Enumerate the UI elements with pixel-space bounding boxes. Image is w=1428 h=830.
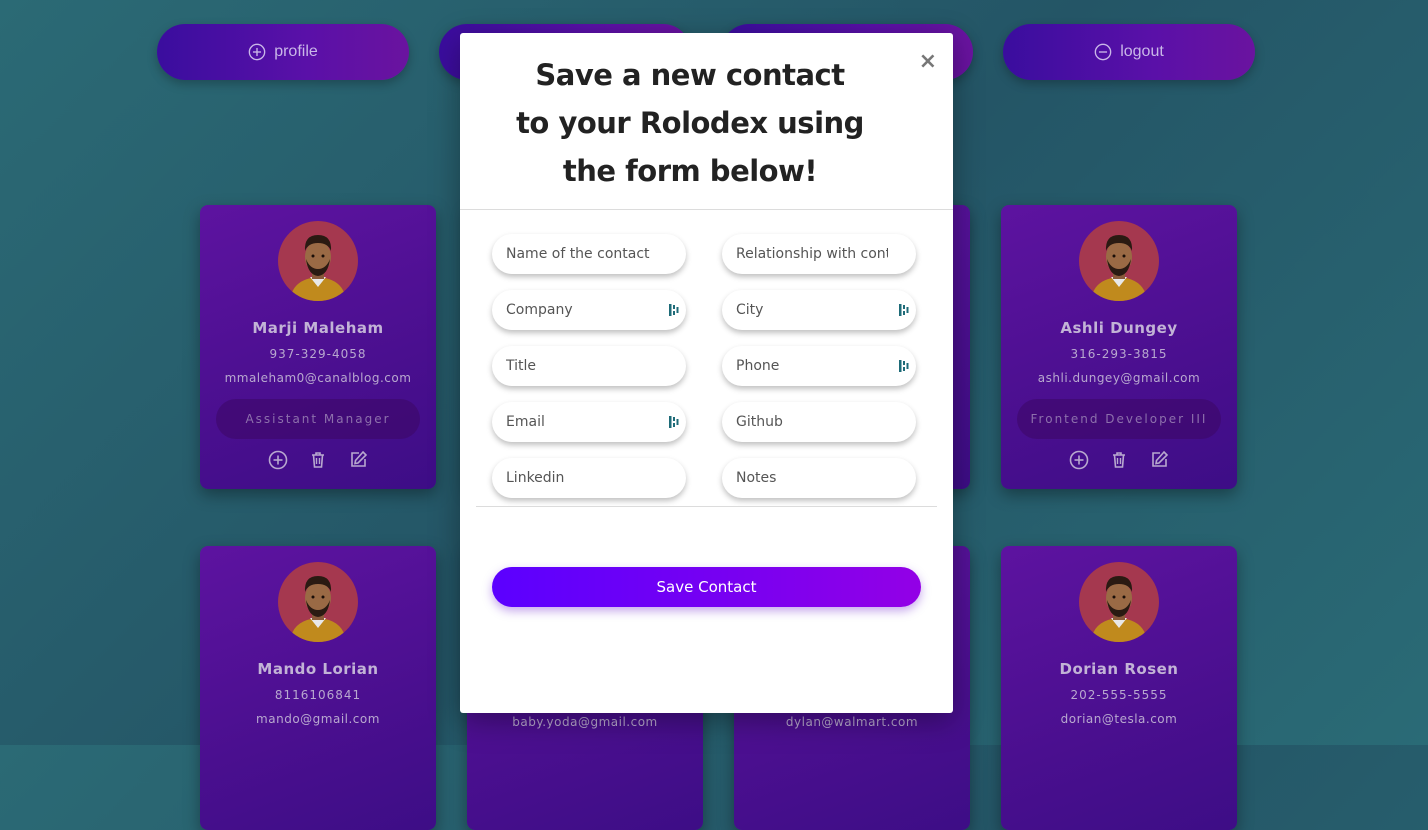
trash-icon[interactable] <box>1108 449 1130 471</box>
add-circle-icon[interactable] <box>1068 449 1090 471</box>
logout-nav-label: logout <box>1120 43 1164 60</box>
contact-email: baby.yoda@gmail.com <box>512 715 658 729</box>
logout-nav-button[interactable]: logout <box>1003 24 1255 80</box>
avatar <box>278 562 358 642</box>
minus-circle-icon <box>1094 43 1112 61</box>
save-contact-button[interactable]: Save Contact <box>492 567 921 607</box>
password-manager-icon[interactable] <box>898 303 910 317</box>
form-divider <box>476 506 937 507</box>
company-input[interactable] <box>492 290 686 330</box>
avatar <box>1079 562 1159 642</box>
contact-email: mmaleham0@canalblog.com <box>224 371 412 385</box>
plus-circle-icon <box>248 43 266 61</box>
notes-input[interactable] <box>722 458 916 498</box>
contact-email: dylan@walmart.com <box>785 715 919 729</box>
contact-card: Marji Maleham 937-329-4058 mmaleham0@can… <box>200 205 436 489</box>
notes-field-wrapper <box>722 458 916 498</box>
person-avatar-icon <box>1091 235 1147 301</box>
email-input[interactable] <box>492 402 686 442</box>
city-input[interactable] <box>722 290 916 330</box>
trash-icon[interactable] <box>307 449 329 471</box>
name-field-wrapper <box>492 234 686 274</box>
person-avatar-icon <box>290 576 346 642</box>
relationship-input[interactable] <box>722 234 916 274</box>
avatar <box>278 221 358 301</box>
profile-nav-button[interactable]: profile <box>157 24 409 80</box>
new-contact-modal: Save a new contact to your Rolodex using… <box>460 33 953 713</box>
email-field-wrapper <box>492 402 686 442</box>
contact-phone: 937-329-4058 <box>269 347 367 361</box>
contact-phone: 8116106841 <box>274 688 362 702</box>
linkedin-field-wrapper <box>492 458 686 498</box>
company-field-wrapper <box>492 290 686 330</box>
title-input[interactable] <box>492 346 686 386</box>
contact-card: Ashli Dungey 316-293-3815 ashli.dungey@g… <box>1001 205 1237 489</box>
contact-name-input[interactable] <box>492 234 686 274</box>
title-field-wrapper <box>492 346 686 386</box>
close-button[interactable]: × <box>919 51 937 73</box>
modal-title: Save a new contact to your Rolodex using… <box>516 58 864 188</box>
profile-nav-label: profile <box>274 43 318 60</box>
contact-form <box>492 234 918 498</box>
avatar <box>1079 221 1159 301</box>
person-avatar-icon <box>290 235 346 301</box>
contact-role-badge: Assistant Manager <box>216 399 420 439</box>
contact-name: Marji Maleham <box>252 319 384 337</box>
add-circle-icon[interactable] <box>267 449 289 471</box>
edit-icon[interactable] <box>1148 449 1170 471</box>
contact-name: Dorian Rosen <box>1059 660 1179 678</box>
contact-name: Mando Lorian <box>257 660 379 678</box>
contact-phone: 316-293-3815 <box>1070 347 1168 361</box>
edit-icon[interactable] <box>347 449 369 471</box>
relationship-field-wrapper <box>722 234 916 274</box>
contact-name: Ashli Dungey <box>1060 319 1178 337</box>
github-field-wrapper <box>722 402 916 442</box>
phone-input[interactable] <box>722 346 916 386</box>
contact-role-badge: Frontend Developer III <box>1017 399 1221 439</box>
phone-field-wrapper <box>722 346 916 386</box>
city-field-wrapper <box>722 290 916 330</box>
modal-header: Save a new contact to your Rolodex using… <box>460 33 953 210</box>
contact-email: mando@gmail.com <box>256 712 380 726</box>
person-avatar-icon <box>1091 576 1147 642</box>
contact-phone: 202-555-5555 <box>1070 688 1168 702</box>
linkedin-input[interactable] <box>492 458 686 498</box>
contact-email: dorian@tesla.com <box>1060 712 1178 726</box>
password-manager-icon[interactable] <box>668 303 680 317</box>
contact-card: Dorian Rosen 202-555-5555 dorian@tesla.c… <box>1001 546 1237 830</box>
password-manager-icon[interactable] <box>898 359 910 373</box>
contact-email: ashli.dungey@gmail.com <box>1037 371 1201 385</box>
password-manager-icon[interactable] <box>668 415 680 429</box>
github-input[interactable] <box>722 402 916 442</box>
contact-card: Mando Lorian 8116106841 mando@gmail.com <box>200 546 436 830</box>
